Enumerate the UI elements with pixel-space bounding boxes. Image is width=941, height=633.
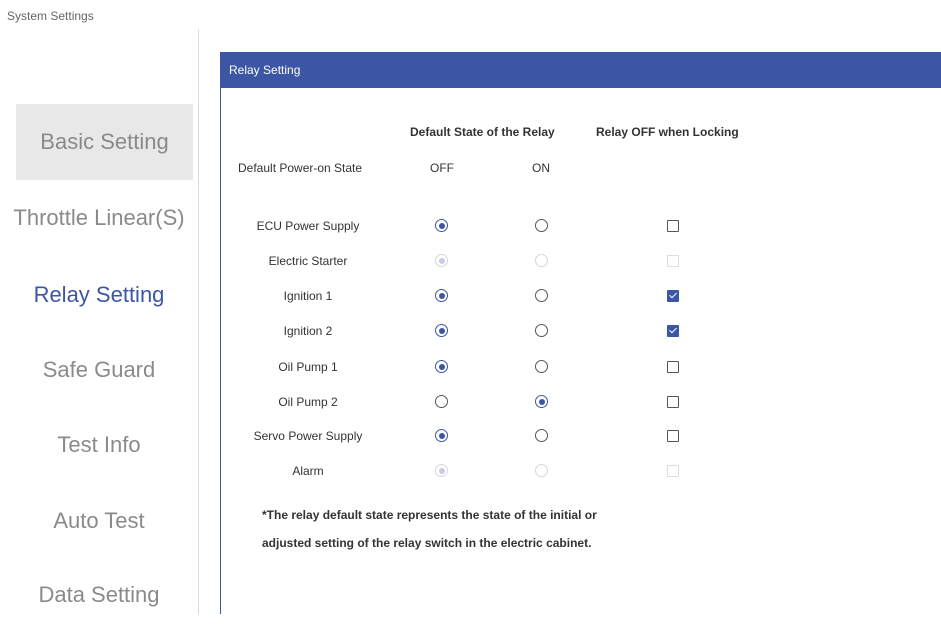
sidebar-item-auto-test[interactable]: Auto Test (0, 483, 198, 559)
relay-off-locking-checkbox[interactable] (667, 361, 679, 373)
relay-off-locking-checkbox[interactable] (667, 325, 679, 337)
note-line-1: *The relay default state represents the … (262, 508, 597, 522)
relay-row-label: Ignition 2 (283, 324, 333, 338)
radio-on (535, 254, 548, 267)
radio-on[interactable] (535, 395, 548, 408)
radio-off[interactable] (435, 219, 448, 232)
relay-off-locking-checkbox (667, 255, 679, 267)
relay-row-label: ECU Power Supply (256, 219, 360, 233)
off-column-label: OFF (430, 161, 454, 175)
relay-row-label: Alarm (292, 464, 324, 478)
radio-on (535, 464, 548, 477)
radio-on[interactable] (535, 219, 548, 232)
relay-off-locking-checkbox[interactable] (667, 396, 679, 408)
relay-row-label: Servo Power Supply (253, 429, 363, 443)
on-column-label: ON (532, 161, 550, 175)
radio-off[interactable] (435, 360, 448, 373)
radio-off[interactable] (435, 429, 448, 442)
sidebar-item-test-info[interactable]: Test Info (0, 407, 198, 483)
radio-off[interactable] (435, 395, 448, 408)
relay-off-locking-checkbox[interactable] (667, 220, 679, 232)
relay-off-locking-checkbox[interactable] (667, 290, 679, 302)
sidebar-item-safe-guard[interactable]: Safe Guard (0, 332, 198, 408)
column-default-state: Default State of the Relay (410, 125, 555, 139)
sidebar-item-basic-setting[interactable]: Basic Setting (16, 104, 193, 180)
panel-header: Relay Setting (221, 52, 941, 88)
radio-off (435, 254, 448, 267)
relay-off-locking-checkbox (667, 465, 679, 477)
relay-row-label: Electric Starter (268, 254, 348, 268)
radio-on[interactable] (535, 360, 548, 373)
relay-row-label: Oil Pump 1 (278, 360, 338, 374)
note-line-2: adjusted setting of the relay switch in … (262, 536, 592, 550)
radio-on[interactable] (535, 324, 548, 337)
radio-off[interactable] (435, 324, 448, 337)
sidebar-item-relay-setting[interactable]: Relay Setting (0, 257, 198, 333)
radio-on[interactable] (535, 429, 548, 442)
relay-row-label: Oil Pump 2 (278, 395, 338, 409)
column-relay-off-locking: Relay OFF when Locking (596, 125, 739, 139)
sidebar-item-data-setting[interactable]: Data Setting (0, 557, 198, 633)
radio-off (435, 464, 448, 477)
relay-off-locking-checkbox[interactable] (667, 430, 679, 442)
app-title: System Settings (7, 9, 94, 23)
relay-row-label: Ignition 1 (283, 289, 333, 303)
radio-on[interactable] (535, 289, 548, 302)
sidebar-item-throttle-linear[interactable]: Throttle Linear(S) (0, 180, 198, 256)
radio-off[interactable] (435, 289, 448, 302)
power-on-state-label: Default Power-on State (238, 161, 363, 175)
